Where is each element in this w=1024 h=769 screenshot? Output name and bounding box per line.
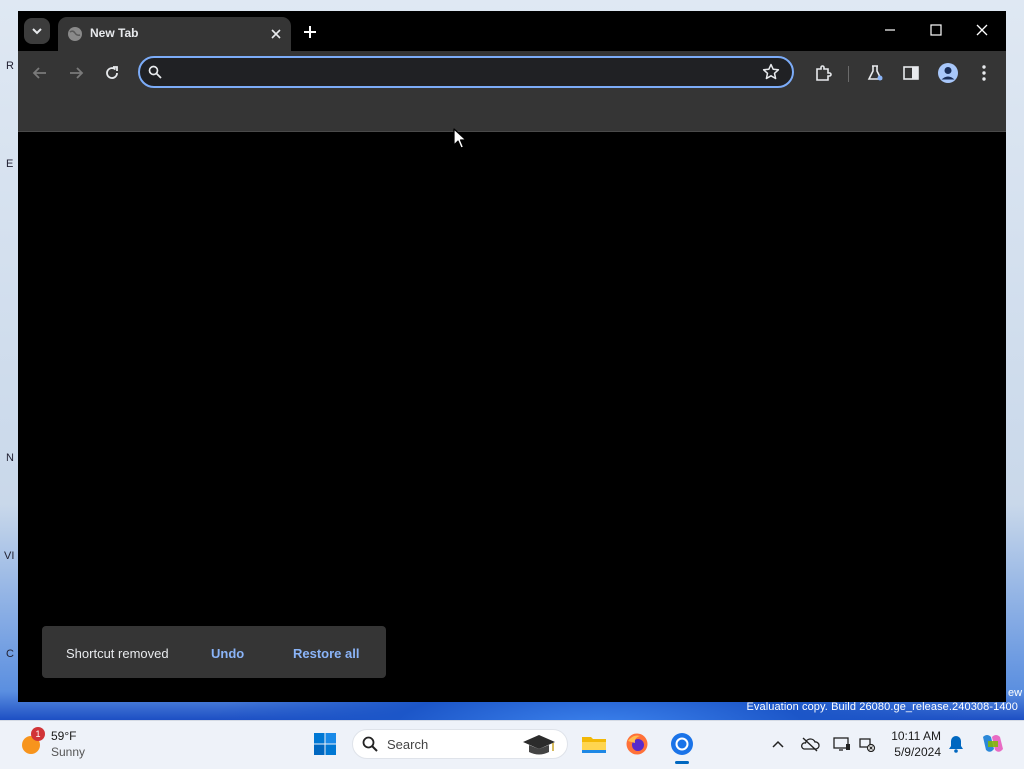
weather-condition[interactable]: Sunny <box>51 745 85 759</box>
plus-icon <box>304 26 316 38</box>
network-tray-button[interactable] <box>856 733 878 755</box>
toolbar-separator <box>848 66 849 82</box>
desktop-icon-label[interactable]: R <box>6 60 14 72</box>
network-icon <box>859 738 876 752</box>
reload-icon <box>106 66 118 79</box>
side-panel-button[interactable] <box>899 61 923 85</box>
side-panel-icon <box>903 66 919 80</box>
reload-button[interactable] <box>100 61 124 85</box>
forward-button[interactable] <box>64 61 88 85</box>
mouse-cursor-icon <box>453 128 467 149</box>
tab-strip: New Tab <box>18 11 1006 51</box>
shortcut-removed-toast: Shortcut removed Undo Restore all <box>42 626 386 678</box>
menu-kebab-icon <box>982 65 986 81</box>
firefox-icon <box>626 733 648 755</box>
bookmarks-bar <box>18 95 1006 132</box>
chrome-taskbar-button[interactable] <box>666 728 698 760</box>
notifications-button[interactable] <box>945 733 967 755</box>
chevron-down-icon <box>32 28 42 35</box>
weather-temperature[interactable]: 59°F <box>51 729 76 743</box>
watermark-fragment: ew <box>1008 687 1023 699</box>
file-explorer-icon <box>582 737 606 753</box>
profile-button[interactable] <box>936 61 960 85</box>
display-icon <box>833 737 850 751</box>
new-tab-button[interactable] <box>298 20 322 44</box>
undo-button[interactable]: Undo <box>211 646 244 661</box>
file-explorer-button[interactable] <box>578 728 610 760</box>
labs-button[interactable] <box>863 61 887 85</box>
desktop-icon-label[interactable]: E <box>6 158 13 170</box>
address-input[interactable] <box>170 61 754 85</box>
minimize-button[interactable] <box>867 11 913 49</box>
browser-toolbar <box>18 51 1006 95</box>
globe-icon <box>68 27 82 41</box>
tab-title: New Tab <box>90 26 139 40</box>
chrome-menu-button[interactable] <box>972 61 996 85</box>
active-app-indicator <box>675 761 689 764</box>
back-icon <box>32 67 46 79</box>
chrome-icon <box>671 733 693 755</box>
maximize-icon <box>930 24 942 36</box>
extensions-button[interactable] <box>811 61 835 85</box>
profile-icon <box>938 63 958 83</box>
omnibox[interactable] <box>138 56 794 88</box>
evaluation-watermark: Evaluation copy. Build 26080.ge_release.… <box>746 701 1018 713</box>
clock-date[interactable]: 5/9/2024 <box>889 745 941 759</box>
firefox-button[interactable] <box>621 728 653 760</box>
taskbar-search-label: Search <box>387 737 429 752</box>
close-window-button[interactable] <box>959 11 1005 49</box>
display-tray-button[interactable] <box>831 733 853 755</box>
labs-flask-icon <box>867 65 883 81</box>
back-button[interactable] <box>28 61 52 85</box>
close-icon <box>976 24 988 36</box>
bell-icon <box>949 736 963 753</box>
desktop-icon-label[interactable]: VI <box>4 550 14 562</box>
start-button[interactable] <box>309 728 341 760</box>
show-hidden-icons-button[interactable] <box>767 733 789 755</box>
search-icon <box>148 65 162 79</box>
desktop-icon-label[interactable]: C <box>6 648 14 660</box>
windows-start-icon <box>314 733 336 755</box>
bookmark-star-icon[interactable] <box>762 63 780 81</box>
onedrive-tray-button[interactable] <box>799 733 821 755</box>
extensions-icon <box>816 65 832 81</box>
desktop-icon-label[interactable]: N <box>6 452 14 464</box>
graduation-cap-icon <box>523 735 555 755</box>
minimize-icon <box>885 29 895 31</box>
clock-time[interactable]: 10:11 AM <box>889 729 941 743</box>
search-icon <box>362 736 378 752</box>
weather-notification-badge: 1 <box>31 727 45 741</box>
tab-new-tab[interactable]: New Tab <box>58 17 291 51</box>
copilot-button[interactable] <box>980 733 1006 755</box>
tab-close-button[interactable] <box>267 25 285 43</box>
chrome-window: New Tab Shortcut removed Undo Restore al… <box>18 11 1006 702</box>
close-icon <box>271 29 281 39</box>
forward-icon <box>70 67 84 79</box>
page-content: Shortcut removed Undo Restore all <box>18 132 1006 702</box>
toast-message: Shortcut removed <box>66 646 169 661</box>
onedrive-off-icon <box>801 737 820 752</box>
chevron-up-icon <box>772 740 784 748</box>
tab-search-button[interactable] <box>24 18 50 44</box>
maximize-button[interactable] <box>913 11 959 49</box>
copilot-icon <box>983 735 1003 752</box>
taskbar-search-box[interactable]: Search <box>352 729 568 759</box>
restore-all-button[interactable]: Restore all <box>293 646 359 661</box>
